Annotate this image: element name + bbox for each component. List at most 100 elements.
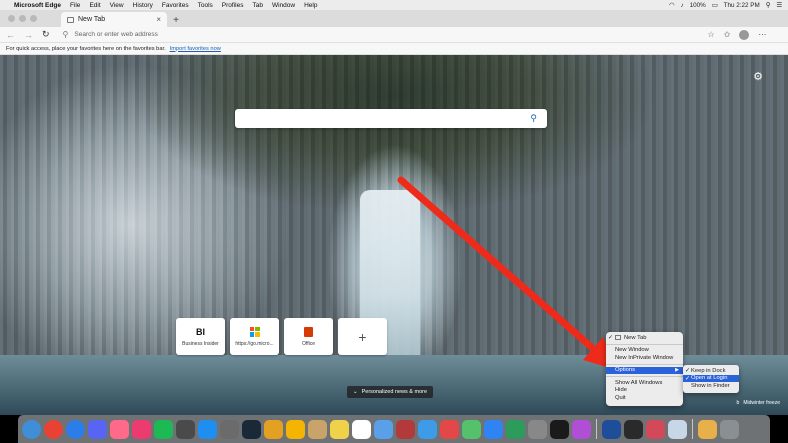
dock-app-icon[interactable] [374, 419, 393, 439]
add-quick-link-button[interactable]: + [338, 318, 387, 355]
dock-app-icon[interactable] [286, 419, 305, 439]
dock-app-icon[interactable] [506, 419, 525, 439]
dock-app-icon[interactable] [242, 419, 261, 439]
dock-app-icon[interactable] [308, 419, 327, 439]
dock-app-icon[interactable] [220, 419, 239, 439]
refresh-icon[interactable]: ↻ [42, 29, 50, 40]
menu-profiles[interactable]: Profiles [222, 2, 244, 9]
more-menu-icon[interactable]: ⋯ [758, 30, 766, 39]
volume-icon[interactable]: ♪ [680, 2, 683, 9]
dock-app-icon[interactable] [720, 419, 739, 439]
ctx-new-window[interactable]: New Window [606, 347, 683, 355]
dock-app-icon[interactable] [110, 419, 129, 439]
quick-link-label: Business Insider [182, 340, 219, 347]
menu-help[interactable]: Help [304, 2, 317, 9]
submenu-arrow-icon: ▶ [675, 367, 679, 374]
quick-link-microsoft[interactable]: https://go.micro... [230, 318, 279, 355]
dock-app-icon[interactable] [264, 419, 283, 439]
image-credit[interactable]: b Midwinter freeze [737, 400, 780, 406]
dock-app-icon[interactable] [352, 419, 371, 439]
dock-app-icon[interactable] [440, 419, 459, 439]
address-bar[interactable]: ⚲ Search or enter web address [59, 29, 699, 41]
dock-app-icon[interactable] [154, 419, 173, 439]
options-submenu: Keep in Dock Open at Login Show in Finde… [683, 365, 739, 393]
add-favorite-star-icon[interactable]: ☆ [708, 30, 715, 39]
menu-divider [606, 376, 683, 377]
dock-app-icon[interactable] [22, 419, 41, 439]
dock-separator [596, 419, 597, 439]
profile-avatar[interactable] [739, 29, 750, 40]
dock-app-icon[interactable] [550, 419, 569, 439]
menu-history[interactable]: History [133, 2, 153, 9]
dock-app-icon[interactable] [484, 419, 503, 439]
dock-app-icon[interactable] [132, 419, 151, 439]
menu-favorites[interactable]: Favorites [162, 2, 189, 9]
dock-app-icon[interactable] [572, 419, 591, 439]
ctx-item-label: New Tab [624, 334, 647, 341]
favorites-icon[interactable]: ✩ [724, 30, 731, 39]
back-icon[interactable]: ← [6, 30, 15, 40]
dock-app-icon[interactable] [646, 419, 665, 439]
dock-app-icon[interactable] [602, 419, 621, 439]
ntp-search-box[interactable]: ⚲ [235, 109, 547, 128]
personalized-news-button[interactable]: ⌄ Personalized news & more [347, 386, 434, 398]
import-favorites-link[interactable]: Import favorites now [170, 46, 221, 52]
dock-app-icon[interactable] [462, 419, 481, 439]
menu-tab[interactable]: Tab [252, 2, 262, 9]
tab-new-tab[interactable]: New Tab × [61, 12, 167, 27]
page-settings-gear-icon[interactable]: ⚙ [753, 70, 763, 83]
dock-app-icon[interactable] [418, 419, 437, 439]
minimize-window-button[interactable] [19, 15, 26, 22]
dock-app-icon[interactable] [668, 419, 687, 439]
menu-view[interactable]: View [110, 2, 124, 9]
control-center-icon[interactable]: ☰ [776, 2, 782, 9]
dock-app-icon[interactable] [528, 419, 547, 439]
ctx-quit[interactable]: Quit [606, 394, 683, 402]
clock[interactable]: Thu 2:22 PM [724, 2, 760, 9]
ctx-new-tab[interactable]: New Tab [606, 334, 683, 342]
battery-icon[interactable]: ▭ [712, 2, 718, 9]
ntp-search-icon[interactable]: ⚲ [530, 113, 537, 124]
dock-app-icon[interactable] [330, 419, 349, 439]
sub-show-in-finder[interactable]: Show in Finder [683, 382, 739, 390]
spotlight-icon[interactable]: ⚲ [766, 2, 771, 9]
dock-context-menu: New Tab New Window New InPrivate Window … [606, 332, 683, 406]
menu-file[interactable]: File [70, 2, 80, 9]
office-logo-icon [304, 326, 313, 337]
dock-app-icon[interactable] [198, 419, 217, 439]
dock-app-icon[interactable] [698, 419, 717, 439]
ctx-show-all-windows[interactable]: Show All Windows [606, 379, 683, 387]
forward-icon[interactable]: → [24, 30, 33, 40]
quick-link-office[interactable]: Office [284, 318, 333, 355]
menu-window[interactable]: Window [272, 2, 295, 9]
menu-tools[interactable]: Tools [198, 2, 213, 9]
close-window-button[interactable] [8, 15, 15, 22]
menu-divider [606, 363, 683, 365]
dock [18, 415, 770, 443]
plus-icon: + [358, 328, 367, 345]
dock-app-icon[interactable] [88, 419, 107, 439]
zoom-window-button[interactable] [30, 15, 37, 22]
wifi-icon[interactable]: ◠ [669, 2, 675, 9]
ctx-options[interactable]: Options ▶ [606, 366, 683, 374]
sub-keep-in-dock[interactable]: Keep in Dock [683, 367, 739, 375]
tab-strip: New Tab × + [0, 10, 788, 27]
tab-close-icon[interactable]: × [156, 15, 161, 24]
dock-app-icon[interactable] [176, 419, 195, 439]
dock-app-icon[interactable] [396, 419, 415, 439]
ctx-hide[interactable]: Hide [606, 387, 683, 395]
dock-app-icon[interactable] [624, 419, 643, 439]
menu-app-name[interactable]: Microsoft Edge [14, 2, 61, 9]
battery-percent: 100% [689, 1, 706, 9]
dock-app-icon[interactable] [66, 419, 85, 439]
menu-edit[interactable]: Edit [89, 2, 100, 9]
dock-app-icon[interactable] [44, 419, 63, 439]
status-area: ◠ ♪ 100% ▭ Thu 2:22 PM ⚲ ☰ [669, 2, 782, 9]
chevron-down-icon: ⌄ [353, 389, 358, 395]
browser-toolbar: ← → ↻ ⚲ Search or enter web address ☆ ✩ … [0, 27, 788, 43]
new-tab-button[interactable]: + [169, 13, 183, 27]
sub-open-at-login[interactable]: Open at Login [683, 374, 739, 382]
quick-link-business-insider[interactable]: BI Business Insider [176, 318, 225, 355]
ctx-new-inprivate-window[interactable]: New InPrivate Window [606, 354, 683, 362]
menu-divider [606, 343, 683, 345]
